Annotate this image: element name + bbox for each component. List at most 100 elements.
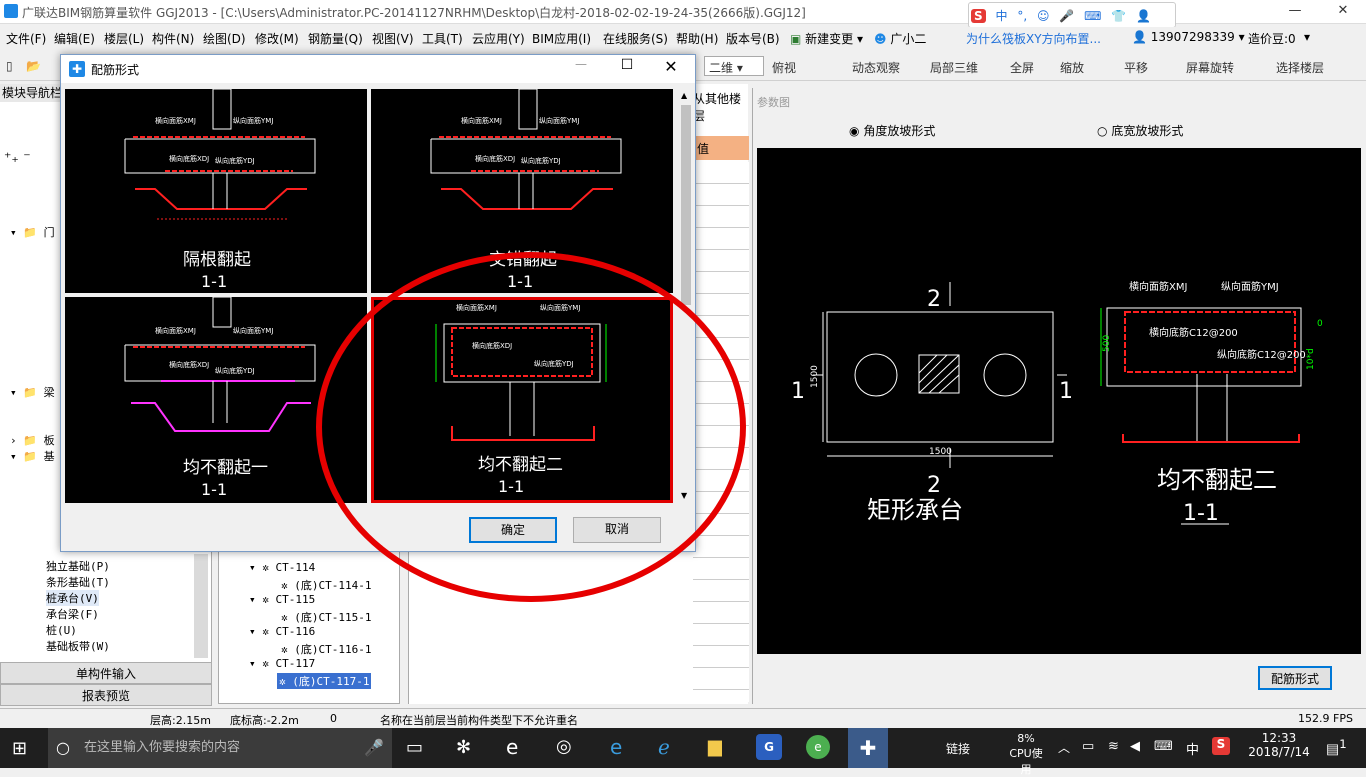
tree-foundation-strip[interactable]: 基础板带(W) [46,638,110,654]
ime-keyboard-icon[interactable]: ⌨ [1084,9,1101,23]
tool-orbit[interactable]: 动态观察 [852,59,900,76]
tool-zoom[interactable]: 缩放 [1060,59,1084,76]
ime-punct-icon[interactable]: °, [1017,9,1027,23]
menu-help[interactable]: 帮助(H) [676,30,718,47]
tree-ct-114[interactable]: ▾ ✲ CT-114 [249,561,315,574]
menu-edit[interactable]: 编辑(E) [54,30,95,47]
tree-ct-114-1[interactable]: ✲ (底)CT-114-1 [281,577,371,593]
ie-icon[interactable]: e [506,735,518,759]
menu-floor[interactable]: 楼层(L) [104,30,144,47]
menu-view[interactable]: 视图(V) [372,30,414,47]
ime-emoji-icon[interactable]: ☺ [1037,9,1050,23]
tray-sogou-icon[interactable]: S [1212,737,1230,755]
tool-select-floor[interactable]: 选择楼层 [1276,59,1324,76]
tree-node-door[interactable]: ▾ 📁 门 [10,224,55,240]
dialog-close-button[interactable]: ✕ [651,57,691,76]
menu-component[interactable]: 构件(N) [152,30,194,47]
prop-copy-from-floor[interactable]: 从其他楼层 [693,90,748,124]
menu-price-bean[interactable]: 造价豆:0 [1248,30,1296,47]
tile2-ymj: 纵向面筋YMJ [539,116,579,125]
tool-top-view[interactable]: 俯视 [772,59,796,76]
menu-assistant[interactable]: ☻ 广小二 [874,30,926,47]
menu-version[interactable]: 版本号(B) [726,30,780,47]
tree-ct-117-1[interactable]: ✲ (底)CT-117-1 [277,673,372,689]
tree-node-beam[interactable]: ▾ 📁 梁 [10,384,55,400]
dialog-minimize-button[interactable]: — [561,57,601,71]
ime-user-icon[interactable]: 👤 [1136,9,1151,23]
tree-isolated-footing[interactable]: 独立基础(P) [46,558,110,574]
tree-ct-116[interactable]: ▾ ✲ CT-116 [249,625,315,638]
file-explorer-icon[interactable]: ▆ [708,736,722,757]
tray-wifi-icon[interactable]: ≋ [1108,739,1119,754]
taskbar-link[interactable]: 链接 [946,740,970,757]
ime-skin-icon[interactable]: 👕 [1111,9,1126,23]
menu-cloud[interactable]: 云应用(Y) [472,30,525,47]
tray-up-chevron-icon[interactable]: ︿ [1058,739,1070,756]
task-view-icon[interactable]: ▭ [406,737,423,758]
tool-pan[interactable]: 平移 [1124,59,1148,76]
tree-cap-beam[interactable]: 承台梁(F) [46,606,99,622]
radio-bottom-width-slope[interactable]: ○ 底宽放坡形式 [1097,122,1183,139]
menu-rebar-qty[interactable]: 钢筋量(Q) [308,30,363,47]
tray-volume-icon[interactable]: ◀ [1130,739,1140,754]
rebar-form-button[interactable]: 配筋形式 [1258,666,1332,690]
menu-price-dropdown[interactable]: ▾ [1304,30,1310,44]
edge-icon[interactable]: e [610,735,622,759]
dialog-maximize-button[interactable]: ☐ [607,57,647,73]
app-green-icon[interactable]: e [806,735,830,759]
menu-bim[interactable]: BIM应用(I) [532,30,591,47]
tree-strip-footing[interactable]: 条形基础(T) [46,574,110,590]
notification-count: 1 [1339,737,1347,751]
tree-pile[interactable]: 桩(U) [46,622,77,638]
windows-start-icon[interactable]: ⊞ [12,738,27,759]
glodon-g-icon[interactable]: G [756,734,782,760]
menu-new-change[interactable]: ▣ 新建变更 ▾ [790,30,863,47]
status-bottom-elevation: 底标高:-2.2m [230,714,299,727]
ime-lang-toggle[interactable]: 中 [995,7,1007,24]
tree-node-foundation[interactable]: ▾ 📁 基 [10,448,55,464]
taskbar-search[interactable]: 在这里输入你要搜索的内容 [48,728,392,768]
new-file-icon[interactable]: ▯ [6,59,13,73]
close-window-button[interactable]: ✕ [1320,0,1366,24]
menu-tools[interactable]: 工具(T) [422,30,463,47]
expand-all-icon[interactable]: ⁺₊ ⁻ [4,150,31,166]
tray-ime-lang[interactable]: 中 [1186,739,1199,758]
menu-online[interactable]: 在线服务(S) [603,30,668,47]
tree-ct-116-1[interactable]: ✲ (底)CT-116-1 [281,641,371,657]
tile-alternate-bend[interactable]: 横向面筋XMJ 纵向面筋YMJ 横向底筋XDJ 纵向底筋YDJ 隔根翻起 1-1 [65,89,367,293]
tree-ct-114-1-label: (底)CT-114-1 [294,579,372,592]
tool-fullscreen[interactable]: 全屏 [1010,59,1034,76]
radio-angle-slope[interactable]: ◉ 角度放坡形式 [849,122,935,139]
single-component-input-button[interactable]: 单构件输入 [0,662,212,684]
tray-keyboard-icon[interactable]: ⌨ [1154,739,1173,754]
menu-file[interactable]: 文件(F) [6,30,46,47]
view-mode-select[interactable]: 二维 ▾ [704,56,764,76]
menu-modify[interactable]: 修改(M) [255,30,299,47]
browser-icon[interactable]: ◎ [556,736,572,757]
tool-local-3d[interactable]: 局部三维 [930,59,978,76]
ggj-active-app-icon[interactable]: ✚ [848,728,888,768]
tree-pile-cap[interactable]: 桩承台(V) [46,590,99,606]
tray-clock[interactable]: 12:33 2018/7/14 [1244,731,1314,759]
open-folder-icon[interactable]: 📂 [26,59,41,73]
notification-icon[interactable]: ▤1 [1326,737,1347,758]
ie-blue-icon[interactable]: ℯ [658,735,670,759]
menu-phone[interactable]: 👤 13907298339 ▾ [1132,30,1245,44]
nav-scrollbar[interactable] [194,554,208,658]
tree-ct-115-1[interactable]: ✲ (底)CT-115-1 [281,609,371,625]
tree-ct-117[interactable]: ▾ ✲ CT-117 [249,657,315,670]
tree-ct-115[interactable]: ▾ ✲ CT-115 [249,593,315,606]
ime-voice-icon[interactable]: 🎤 [1059,9,1074,23]
mic-icon[interactable]: 🎤 [364,738,384,757]
menu-question-link[interactable]: 为什么筏板XY方向布置... [966,30,1101,47]
tree-node-slab[interactable]: › 📁 板 [10,432,55,448]
app-fan-icon[interactable]: ✻ [456,737,471,758]
scroll-up-icon[interactable]: ▲ [681,91,687,100]
report-preview-button[interactable]: 报表预览 [0,684,212,706]
scroll-thumb[interactable] [681,105,691,305]
tray-battery-icon[interactable]: ▭ [1082,739,1094,754]
tool-rotate[interactable]: 屏幕旋转 [1186,59,1234,76]
menu-draw[interactable]: 绘图(D) [203,30,246,47]
ime-toolbar[interactable]: S 中 °, ☺ 🎤 ⌨ 👕 👤 🔧 [968,2,1176,42]
minimize-button[interactable]: — [1272,0,1318,24]
